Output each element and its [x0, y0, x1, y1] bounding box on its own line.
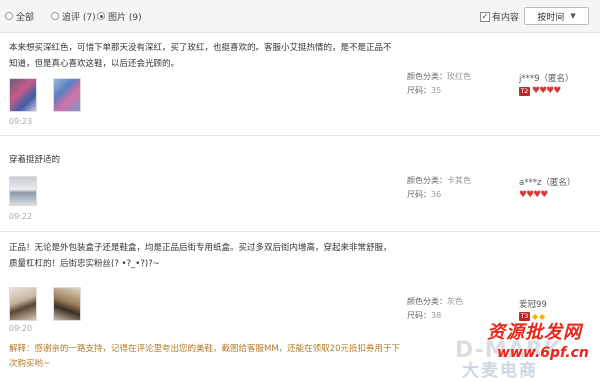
color-label: 颜色分类：	[407, 176, 447, 185]
radio-icon	[5, 12, 13, 20]
has-content-label: 有内容	[492, 13, 520, 23]
seller-reply: 解释：感谢亲的一路支持，记得在评论里夸出您的美鞋，截图给客服MM，还能在领取20…	[9, 344, 400, 369]
reviewer-name: a***z（匿名）	[519, 178, 576, 188]
color-value: 玫红色	[447, 72, 471, 81]
review-text: 本来想买深红色，可惜下单那天没有深红，买了玫红，也挺喜欢的。客服小艾挺热情的，是…	[9, 43, 392, 69]
filter-followup-label: 追评 (7)	[62, 12, 96, 23]
size-label: 尺码：	[407, 86, 431, 95]
review-item: 本来想买深红色，可惜下单那天没有深红，买了玫红，也挺喜欢的。客服小艾挺热情的，是…	[0, 33, 600, 136]
heart-icon: ♥	[540, 190, 549, 200]
review-photo-thumbnail[interactable]	[9, 287, 37, 321]
review-sku-info: 颜色分类：灰色 尺码：38	[407, 295, 463, 323]
review-sku-info: 颜色分类：卡其色 尺码：36	[407, 174, 471, 202]
filter-pictures-label: 图片 (9)	[108, 12, 142, 23]
review-photo-thumbnail[interactable]	[53, 78, 81, 112]
filter-all-label: 全部	[16, 12, 35, 23]
chevron-down-icon: ▼	[570, 12, 576, 20]
reviewer-name: 爱冠99	[519, 300, 547, 310]
size-value: 38	[431, 311, 442, 320]
color-label: 颜色分类：	[407, 297, 447, 306]
sort-select-value: 按时间	[537, 12, 565, 23]
color-value: 卡其色	[447, 176, 471, 185]
review-sku-info: 颜色分类：玫红色 尺码：35	[407, 70, 471, 98]
color-value: 灰色	[447, 297, 463, 306]
has-content-checkbox[interactable]: ✓ 有内容	[480, 10, 519, 23]
heart-icon: ♥	[553, 86, 562, 96]
review-item: 穿着挺舒适的 09:22 颜色分类：卡其色 尺码：36 a***z（匿名） ♥ …	[0, 136, 600, 232]
review-time: 09:20	[9, 324, 33, 333]
size-label: 尺码：	[407, 311, 431, 320]
sort-select[interactable]: 按时间 ▼	[524, 7, 589, 25]
reviewer-credit-badge: ♥ ♥ ♥ ♥	[519, 190, 549, 200]
watermark-site-url: www.6pf.cn	[497, 345, 589, 361]
review-time: 09:22	[9, 212, 33, 221]
size-value: 35	[431, 86, 442, 95]
filter-bar: 全部 追评 (7) 图片 (9) ✓ 有内容 按时间 ▼	[0, 0, 600, 33]
color-label: 颜色分类：	[407, 72, 447, 81]
reviewer-credit-badge: T2 ♥ ♥ ♥ ♥	[519, 86, 562, 96]
review-text: 正品！无论是外包装盒子还是鞋盒，均是正品后街专用纸盒。买过多双后街内增高，穿起来…	[9, 243, 392, 269]
radio-selected-icon	[97, 12, 105, 20]
level-badge: T2	[519, 87, 530, 96]
radio-icon	[51, 12, 59, 20]
reviewer-name: j***9（匿名）	[519, 74, 574, 84]
size-label: 尺码：	[407, 190, 431, 199]
filter-followup-radio[interactable]: 追评 (7)	[51, 10, 96, 23]
review-photo-thumbnail[interactable]	[53, 287, 81, 321]
review-text: 穿着挺舒适的	[9, 155, 61, 165]
review-photo-thumbnail[interactable]	[9, 176, 37, 206]
checkbox-checked-icon: ✓	[480, 11, 490, 22]
review-time: 09:23	[9, 117, 33, 126]
watermark-site-cn: 资源批发网	[487, 322, 582, 343]
size-value: 36	[431, 190, 442, 199]
filter-pictures-radio[interactable]: 图片 (9)	[97, 10, 142, 23]
filter-all-radio[interactable]: 全部	[5, 10, 35, 23]
review-photo-thumbnail[interactable]	[9, 78, 37, 112]
